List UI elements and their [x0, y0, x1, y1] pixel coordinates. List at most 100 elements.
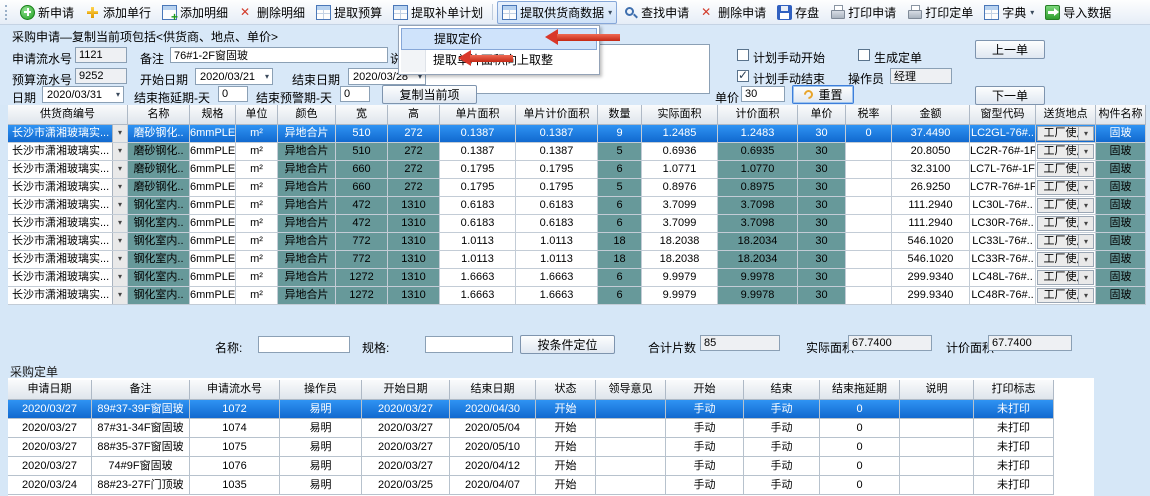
req-no-field[interactable] — [75, 47, 127, 63]
grid-header-5[interactable]: 宽 — [336, 105, 388, 125]
chevron-down-icon[interactable]: ▾ — [112, 179, 127, 196]
grid-header-2[interactable]: 规格 — [190, 105, 236, 125]
delivery-combo[interactable]: 工厂使用▾ — [1037, 234, 1094, 249]
checkbox-plan-manual-end[interactable] — [737, 70, 749, 82]
delivery-combo[interactable]: 工厂使用▾ — [1037, 288, 1094, 303]
orders-header-4[interactable]: 开始日期 — [362, 380, 450, 400]
grid-header-6[interactable]: 高 — [388, 105, 440, 125]
orders-header-0[interactable]: 申请日期 — [8, 380, 92, 400]
toolbar-button-extract-supplement-plan[interactable]: 提取补单计划 — [388, 1, 488, 24]
grid-header-9[interactable]: 数量 — [598, 105, 642, 125]
chevron-down-icon[interactable]: ▾ — [1078, 163, 1093, 176]
grid-row[interactable]: 长沙市潇湘玻璃实...▾磨砂钢化..6mmPLE..m²异地合片5102720.… — [8, 143, 1146, 161]
supplier-cell[interactable]: 长沙市潇湘玻璃实...▾ — [8, 287, 128, 305]
grid-header-15[interactable]: 窗型代码 — [970, 105, 1036, 125]
supplier-cell[interactable]: 长沙市潇湘玻璃实...▾ — [8, 161, 128, 179]
copy-current-button[interactable]: 复制当前项 — [382, 85, 477, 104]
chevron-down-icon[interactable]: ▾ — [1078, 217, 1093, 230]
orders-header-11[interactable]: 说明 — [900, 380, 974, 400]
delivery-combo[interactable]: 工厂使用▾ — [1037, 252, 1094, 267]
grid-header-12[interactable]: 单价 — [798, 105, 846, 125]
orders-header-8[interactable]: 开始 — [666, 380, 744, 400]
orders-header-12[interactable]: 打印标志 — [974, 380, 1054, 400]
toolbar-button-save[interactable]: 存盘 — [772, 1, 824, 24]
orders-header-7[interactable]: 领导意见 — [596, 380, 666, 400]
end-delay-field[interactable] — [218, 86, 248, 102]
grid-row[interactable]: 长沙市潇湘玻璃实...▾钢化室内..6mmPLE..m²异地合片47213100… — [8, 197, 1146, 215]
chevron-down-icon[interactable]: ▾ — [112, 215, 127, 232]
chevron-down-icon[interactable]: ▾ — [1078, 127, 1093, 140]
remark-field[interactable] — [170, 47, 388, 63]
supplier-cell[interactable]: 长沙市潇湘玻璃实...▾ — [8, 233, 128, 251]
orders-header-10[interactable]: 结束拖延期 — [820, 380, 900, 400]
grid-row[interactable]: 长沙市潇湘玻璃实...▾钢化室内..6mmPLE..m²异地合片77213101… — [8, 251, 1146, 269]
supplier-cell[interactable]: 长沙市潇湘玻璃实...▾ — [8, 143, 128, 161]
toolbar-button-find-request[interactable]: 查找申请 — [618, 1, 694, 24]
supplier-cell[interactable]: 长沙市潇湘玻璃实...▾ — [8, 215, 128, 233]
grid-row[interactable]: 长沙市潇湘玻璃实...▾磨砂钢化..6mmPLE..m²异地合片6602720.… — [8, 161, 1146, 179]
toolbar-button-add-line[interactable]: 添加单行 — [80, 1, 156, 24]
chevron-down-icon[interactable]: ▾ — [112, 251, 127, 268]
chevron-down-icon[interactable]: ▾ — [1078, 289, 1093, 302]
toolbar-button-add-detail[interactable]: 添加明细 — [157, 1, 233, 24]
orders-header-5[interactable]: 结束日期 — [450, 380, 536, 400]
chevron-down-icon[interactable]: ▾ — [1078, 199, 1093, 212]
supplier-cell[interactable]: 长沙市潇湘玻璃实...▾ — [8, 269, 128, 287]
unit-price-field[interactable] — [741, 86, 785, 102]
operator-field[interactable] — [890, 68, 952, 84]
toolbar-button-extract-supplier-data[interactable]: 提取供货商数据▾ — [497, 1, 617, 24]
chevron-down-icon[interactable]: ▾ — [112, 125, 127, 142]
locate-by-condition-button[interactable]: 按条件定位 — [520, 335, 615, 354]
grid-header-11[interactable]: 计价面积 — [718, 105, 798, 125]
grid-row[interactable]: 长沙市潇湘玻璃实...▾钢化室内..6mmPLE..m²异地合片47213100… — [8, 215, 1146, 233]
grid-header-7[interactable]: 单片面积 — [440, 105, 516, 125]
chevron-down-icon[interactable]: ▾ — [112, 233, 127, 250]
total-pieces-field[interactable] — [700, 335, 780, 351]
chevron-down-icon[interactable]: ▾ — [112, 197, 127, 214]
supplier-cell[interactable]: 长沙市潇湘玻璃实...▾ — [8, 125, 128, 143]
chevron-down-icon[interactable]: ▾ — [112, 143, 127, 160]
toolbar-button-extract-budget[interactable]: 提取预算 — [311, 1, 387, 24]
orders-header-1[interactable]: 备注 — [92, 380, 190, 400]
delivery-combo[interactable]: 工厂使用▾ — [1037, 180, 1094, 195]
orders-row[interactable]: 2020/03/2787#31-34F窗固玻1074易明2020/03/2720… — [8, 419, 1054, 438]
filter-name-input[interactable] — [258, 336, 350, 353]
delivery-combo[interactable]: 工厂使用▾ — [1037, 216, 1094, 231]
supplier-cell[interactable]: 长沙市潇湘玻璃实...▾ — [8, 197, 128, 215]
grid-row[interactable]: 长沙市潇湘玻璃实...▾磨砂钢化..6mmPLE..m²异地合片6602720.… — [8, 179, 1146, 197]
toolbar-button-delete-detail[interactable]: 删除明细 — [234, 1, 310, 24]
orders-row[interactable]: 2020/03/2488#23-27F门顶玻1035易明2020/03/2520… — [8, 476, 1054, 495]
toolbar-button-print-request[interactable]: 打印申请 — [825, 1, 901, 24]
start-date-select[interactable]: 2020/03/21 ▾ — [195, 68, 273, 85]
end-warn-field[interactable] — [340, 86, 370, 102]
toolbar-button-dictionary[interactable]: 字典▾ — [979, 1, 1039, 24]
grid-header-16[interactable]: 送货地点 — [1036, 105, 1096, 125]
delivery-combo[interactable]: 工厂使用▾ — [1037, 162, 1094, 177]
orders-header-6[interactable]: 状态 — [536, 380, 596, 400]
orders-header-2[interactable]: 申请流水号 — [190, 380, 280, 400]
orders-header-9[interactable]: 结束 — [744, 380, 820, 400]
grid-header-10[interactable]: 实际面积 — [642, 105, 718, 125]
date-select[interactable]: 2020/03/31 ▾ — [42, 86, 124, 103]
toolbar-button-import-data[interactable]: 导入数据 — [1040, 1, 1116, 24]
delivery-combo[interactable]: 工厂使用▾ — [1037, 144, 1094, 159]
orders-header-3[interactable]: 操作员 — [280, 380, 362, 400]
toolbar-button-delete-request[interactable]: 删除申请 — [695, 1, 771, 24]
toolbar-button-print-order[interactable]: 打印定单 — [902, 1, 978, 24]
checkbox-generate-order[interactable] — [858, 49, 870, 61]
grid-header-3[interactable]: 单位 — [236, 105, 278, 125]
delivery-combo[interactable]: 工厂使用▾ — [1037, 126, 1094, 141]
chevron-down-icon[interactable]: ▾ — [1078, 145, 1093, 158]
checkbox-plan-manual-start[interactable] — [737, 49, 749, 61]
grid-header-8[interactable]: 单片计价面积 — [516, 105, 598, 125]
grid-row[interactable]: 长沙市潇湘玻璃实...▾钢化室内..6mmPLE..m²异地合片12721310… — [8, 269, 1146, 287]
budget-no-field[interactable] — [75, 68, 127, 84]
chevron-down-icon[interactable]: ▾ — [112, 287, 127, 304]
grid-header-1[interactable]: 名称 — [128, 105, 190, 125]
supplier-cell[interactable]: 长沙市潇湘玻璃实...▾ — [8, 179, 128, 197]
calc-area-field[interactable] — [988, 335, 1072, 351]
toolbar-button-new-request[interactable]: 新申请 — [15, 1, 79, 24]
orders-row[interactable]: 2020/03/2789#37-39F窗固玻1072易明2020/03/2720… — [8, 400, 1054, 419]
actual-area-field[interactable] — [848, 335, 932, 351]
reset-button[interactable]: 重置 — [792, 85, 854, 104]
